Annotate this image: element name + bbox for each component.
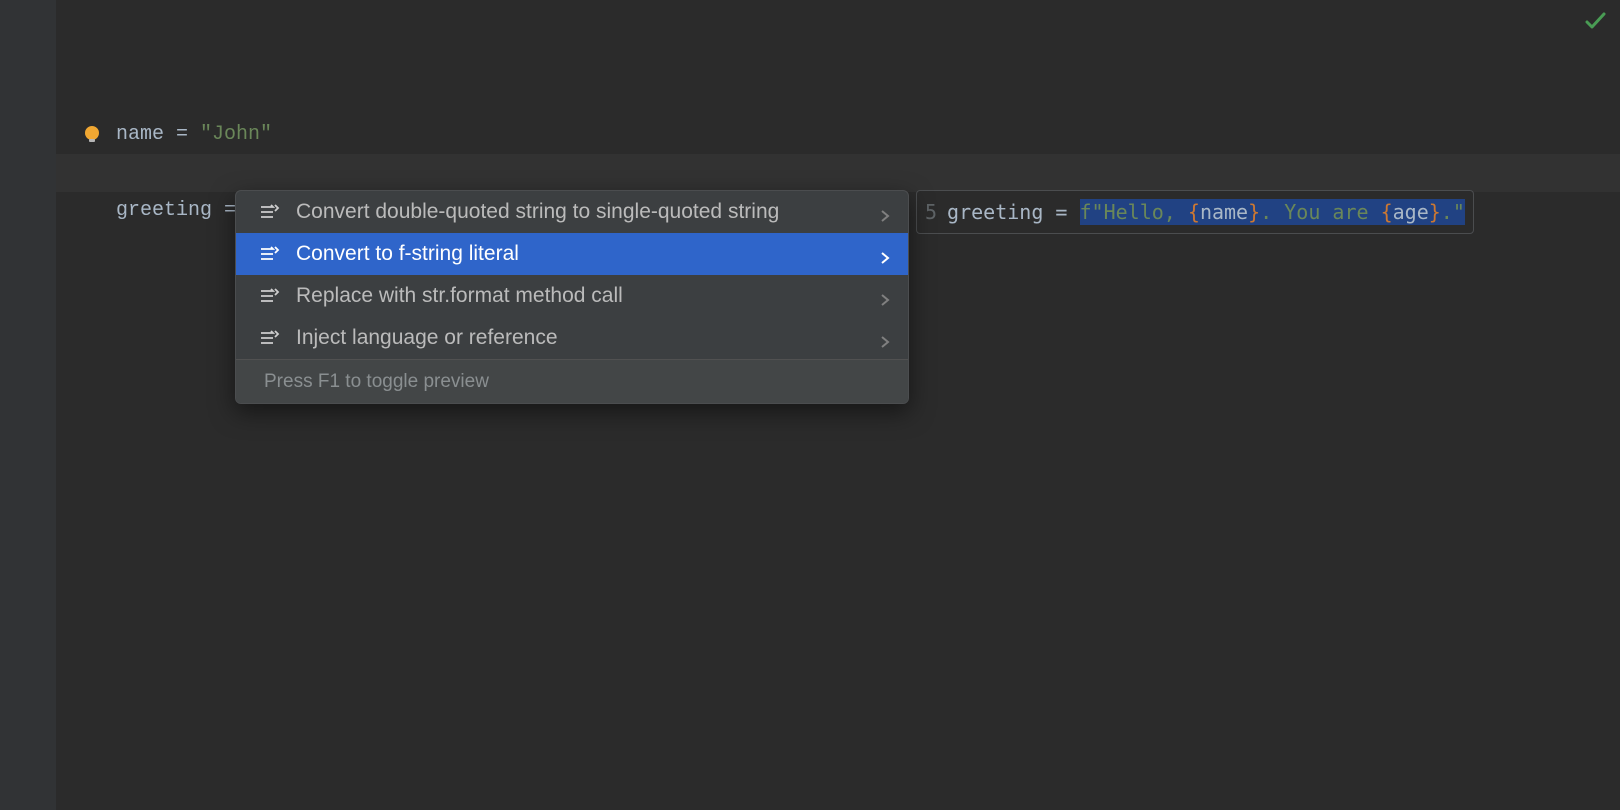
token-brace: } [1248, 200, 1260, 224]
intention-label: Inject language or reference [296, 326, 878, 350]
intention-item-inject-lang[interactable]: Inject language or reference [236, 317, 908, 359]
intention-item-strformat[interactable]: Replace with str.format method call [236, 275, 908, 317]
refactor-preview-panel: 5 greeting = f"Hello, {name}. You are {a… [916, 190, 1474, 234]
token-operator: = [1043, 200, 1079, 224]
refactor-icon [258, 201, 280, 223]
code-line-current[interactable]: greeting = "Hello, %s. You are %s." % (n… [56, 154, 1620, 192]
token-identifier: age [1393, 200, 1429, 224]
token-string: " [1092, 200, 1104, 224]
token-identifier: greeting [116, 199, 212, 222]
token-brace: { [1188, 200, 1200, 224]
intention-footer-hint: Press F1 to toggle preview [236, 359, 908, 403]
chevron-right-icon [878, 331, 892, 345]
intention-actions-popup: Convert double-quoted string to single-q… [235, 190, 909, 404]
refactor-icon [258, 327, 280, 349]
chevron-right-icon [878, 205, 892, 219]
lightbulb-icon[interactable] [82, 124, 102, 144]
refactor-icon [258, 285, 280, 307]
intention-label: Convert to f-string literal [296, 242, 878, 266]
code-editor[interactable]: name = "John" ae = 23 greeting = "Hello,… [56, 0, 1620, 810]
token-brace: { [1381, 200, 1393, 224]
refactor-icon [258, 243, 280, 265]
check-ok-icon[interactable] [1584, 10, 1606, 32]
preview-line-number: 5 [925, 200, 937, 224]
chevron-right-icon [878, 247, 892, 261]
editor-gutter [0, 0, 56, 810]
intention-item-fstring[interactable]: Convert to f-string literal [236, 233, 908, 275]
code-line[interactable]: name = "John" [56, 78, 1620, 116]
token-identifier: greeting [947, 200, 1043, 224]
intention-label: Convert double-quoted string to single-q… [296, 200, 878, 224]
token-fstring-prefix: f [1080, 200, 1092, 224]
token-identifier: name [1200, 200, 1248, 224]
token-brace: } [1429, 200, 1441, 224]
token-string: Hello, [1104, 200, 1188, 224]
code-line[interactable] [56, 0, 1620, 78]
token-string: . [1441, 200, 1453, 224]
token-string: . You are [1260, 200, 1380, 224]
intention-item-double-to-single[interactable]: Convert double-quoted string to single-q… [236, 191, 908, 233]
code-line[interactable]: ae = 23 [56, 116, 1620, 154]
token-string: " [1453, 200, 1465, 224]
chevron-right-icon [878, 289, 892, 303]
intention-label: Replace with str.format method call [296, 284, 878, 308]
